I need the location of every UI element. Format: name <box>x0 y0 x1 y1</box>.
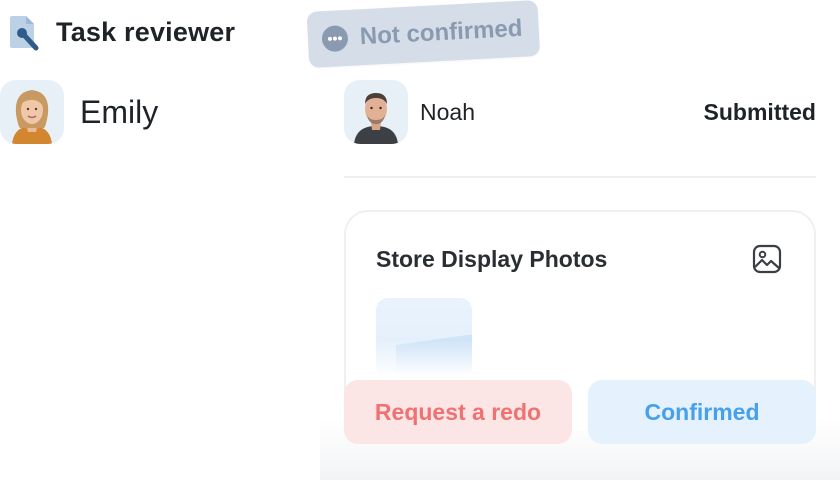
submission-header: Noah Submitted <box>344 80 816 144</box>
image-icon <box>752 244 782 274</box>
reviewer-profile: Emily <box>0 80 158 144</box>
confirm-button[interactable]: Confirmed <box>588 380 816 444</box>
submission-status: Submitted <box>703 98 816 125</box>
reviewer-name: Emily <box>80 93 159 130</box>
reviewer-avatar <box>0 80 64 144</box>
task-title: Store Display Photos <box>376 246 608 272</box>
status-chip: Not confirmed <box>306 0 540 68</box>
divider <box>344 176 816 178</box>
page-title: Task reviewer <box>56 16 236 47</box>
task-reviewer-icon <box>8 12 42 52</box>
ellipsis-icon <box>321 24 349 53</box>
submitter-avatar <box>344 80 408 144</box>
request-redo-button[interactable]: Request a redo <box>344 380 572 444</box>
app-header: Task reviewer <box>8 12 235 52</box>
submitter-name: Noah <box>420 98 475 125</box>
status-chip-label: Not confirmed <box>359 14 524 51</box>
